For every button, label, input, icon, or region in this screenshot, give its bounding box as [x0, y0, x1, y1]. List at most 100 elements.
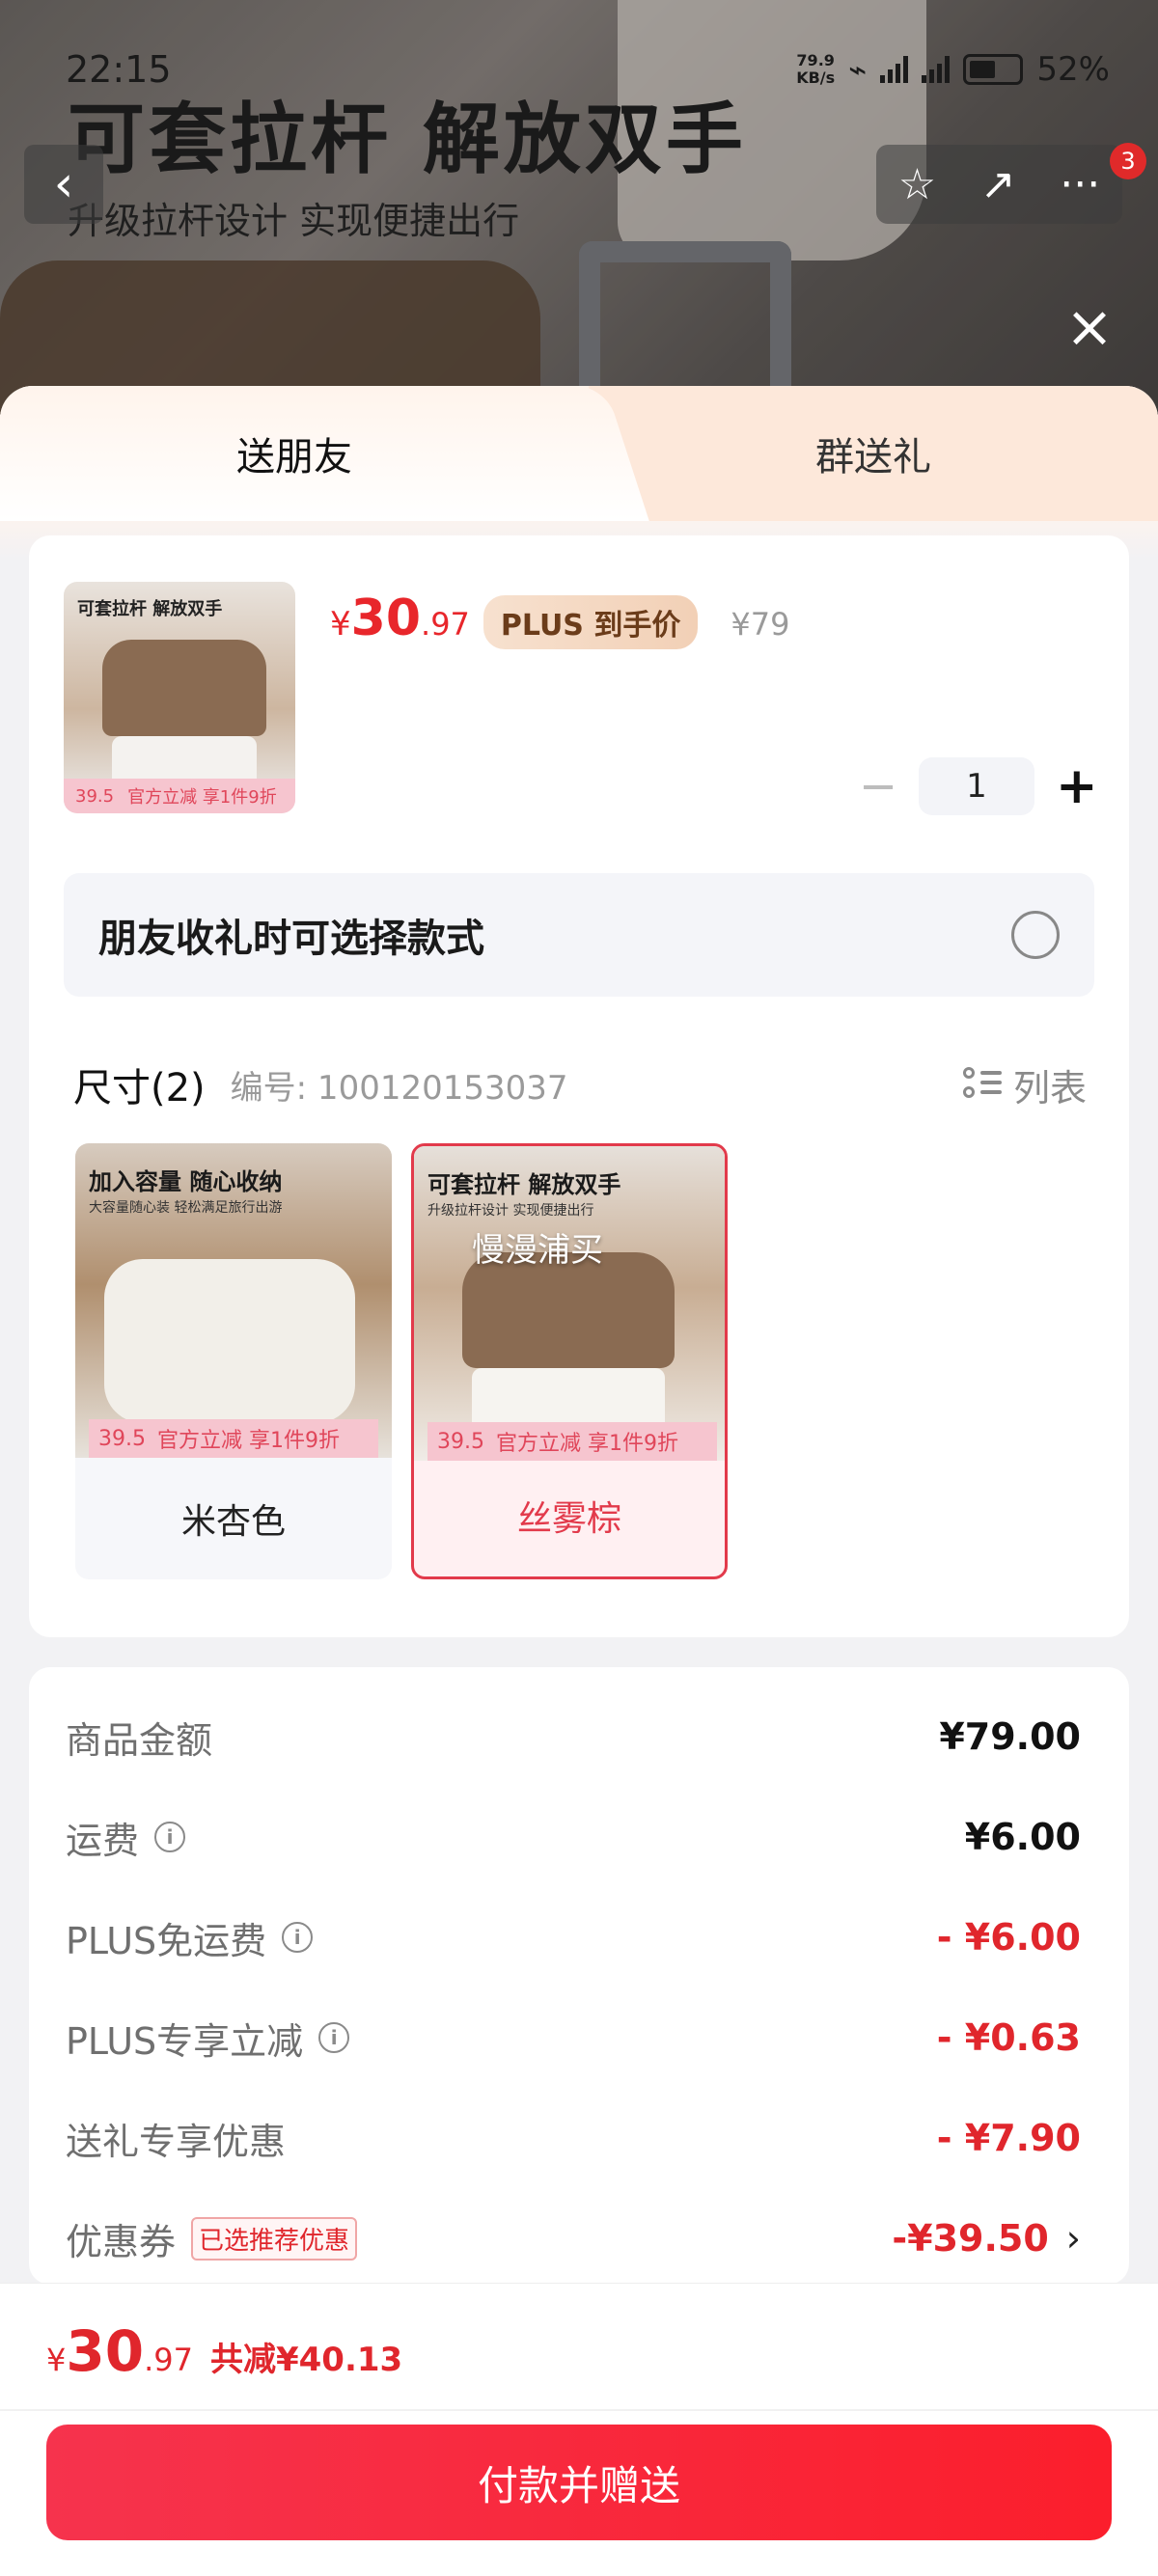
net-speed: 79.9 KB/s — [796, 52, 835, 87]
variant-caption: 可套拉杆 解放双手 — [427, 1171, 621, 1198]
price-row: ¥30.97 PLUS 到手价 ¥79 — [330, 589, 789, 649]
star-icon[interactable]: ☆ — [898, 160, 936, 209]
radio-button[interactable] — [1011, 911, 1060, 959]
fee-row-goods: 商品金额 ¥79.00 — [66, 1708, 1081, 1766]
price-symbol: ¥ — [330, 605, 351, 644]
fee-label-wrap: PLUS专享立减 i — [66, 2012, 350, 2065]
list-icon — [962, 1065, 1002, 1104]
variant-promo-price: 39.5 — [98, 1426, 146, 1451]
variant-name: 丝雾棕 — [516, 1499, 621, 1539]
link-icon: ⌁ — [848, 51, 868, 88]
signal-bars-icon — [922, 56, 951, 83]
close-icon[interactable]: × — [1062, 298, 1117, 356]
fee-value: -¥39.50 — [892, 2217, 1049, 2260]
thumb-promo: 39.5 官方立减 享1件9折 — [64, 779, 295, 813]
fee-label-wrap: 运费 i — [66, 1811, 186, 1864]
fee-value: ¥79.00 — [939, 1715, 1081, 1758]
minus-icon[interactable]: − — [859, 759, 897, 813]
fee-value: - ¥6.00 — [936, 1916, 1081, 1959]
price-integer: 30 — [350, 589, 422, 647]
spec-label: 尺寸(2) — [73, 1066, 206, 1110]
fee-row-plus-shipping: PLUS免运费 i - ¥6.00 — [66, 1908, 1081, 1966]
fee-row-shipping: 运费 i ¥6.00 — [66, 1808, 1081, 1866]
variant-option[interactable]: 加入容量 随心收纳 大容量随心装 轻松满足旅行出游 39.5 官方立减 享1件9… — [75, 1143, 392, 1579]
signal-bars-icon — [880, 56, 909, 83]
battery-icon — [963, 54, 1024, 85]
status-indicators: 79.9 KB/s ⌁ 52% — [796, 50, 1110, 89]
total-price: ¥30.97 共减¥40.13 — [46, 2318, 402, 2384]
fee-row-gift-discount: 送礼专享优惠 - ¥7.90 — [66, 2109, 1081, 2167]
variant-overlay-text: 慢漫浦买 — [472, 1231, 603, 1270]
thumb-promo-text: 官方立减 享1件9折 — [127, 787, 277, 808]
quantity-input[interactable]: 1 — [919, 757, 1034, 815]
fee-value: ¥6.00 — [964, 1816, 1081, 1858]
status-time: 22:15 — [66, 48, 172, 91]
fee-value: - ¥0.63 — [936, 2016, 1081, 2059]
sku-number: 编号: 100120153037 — [230, 1068, 568, 1108]
plus-price-tag: PLUS 到手价 — [482, 595, 699, 649]
fee-label: 送礼专享优惠 — [66, 2120, 287, 2163]
fee-breakdown-card: 商品金额 ¥79.00 运费 i ¥6.00 PLUS免运费 i - ¥6.00 P… — [29, 1667, 1129, 2285]
thumb-caption: 可套拉杆 解放双手 — [77, 599, 223, 619]
original-price: ¥79 — [731, 606, 790, 643]
tab-group-gift[interactable]: 群送礼 — [589, 386, 1158, 521]
more-icon[interactable]: ··· — [1060, 160, 1100, 209]
pay-and-send-button[interactable]: 付款并赠送 — [46, 2425, 1112, 2540]
fee-label: 运费 — [66, 1819, 140, 1862]
info-icon[interactable]: i — [318, 2022, 350, 2053]
product-card: 可套拉杆 解放双手 39.5 官方立减 享1件9折 ¥30.97 PLUS 到手… — [29, 535, 1129, 1637]
fee-value: - ¥7.90 — [936, 2117, 1081, 2159]
fee-label: 优惠券 — [66, 2220, 177, 2263]
total-saved: 共减¥40.13 — [209, 2341, 403, 2379]
variant-name: 米杏色 — [180, 1502, 286, 1542]
total-integer: 30 — [66, 2318, 145, 2384]
current-price: ¥30.97 — [330, 589, 470, 647]
quantity-stepper: − 1 + — [859, 757, 1098, 815]
variant-caption: 加入容量 随心收纳 — [89, 1168, 283, 1195]
tab-bar: 群送礼 送朋友 — [0, 386, 1158, 521]
total-decimal: .97 — [144, 2342, 193, 2378]
variant-caption-sub: 大容量随心装 轻松满足旅行出游 — [89, 1200, 283, 1216]
variant-image: 加入容量 随心收纳 大容量随心装 轻松满足旅行出游 39.5 官方立减 享1件9… — [75, 1143, 392, 1458]
back-button[interactable]: ‹ — [24, 145, 103, 224]
fee-row-plus-discount: PLUS专享立减 i - ¥0.63 — [66, 2009, 1081, 2067]
net-speed-value: 79.9 — [796, 51, 835, 69]
thumb-promo-price: 39.5 — [75, 785, 115, 807]
variant-promo: 39.5 官方立减 享1件9折 — [89, 1419, 378, 1458]
divider — [0, 2409, 1158, 2411]
chevron-left-icon: ‹ — [53, 155, 74, 213]
friend-choose-option[interactable]: 朋友收礼时可选择款式 — [64, 873, 1094, 997]
white-bag-shape — [104, 1259, 355, 1423]
friend-choose-label: 朋友收礼时可选择款式 — [98, 917, 484, 961]
variant-image: 可套拉杆 解放双手 升级拉杆设计 实现便捷出行 慢漫浦买 39.5 官方立减 享… — [414, 1146, 725, 1461]
variant-caption-sub: 升级拉杆设计 实现便捷出行 — [427, 1203, 594, 1219]
checkout-bar: ¥30.97 共减¥40.13 付款并赠送 — [0, 2283, 1158, 2576]
product-thumbnail[interactable]: 可套拉杆 解放双手 39.5 官方立减 享1件9折 — [64, 582, 295, 813]
plus-icon[interactable]: + — [1056, 757, 1098, 815]
message-badge: 3 — [1110, 143, 1146, 179]
net-speed-unit: KB/s — [796, 69, 836, 87]
fee-row-coupon[interactable]: 优惠券 已选推荐优惠 -¥39.50 › — [66, 2209, 1081, 2267]
info-icon[interactable]: i — [282, 1922, 314, 1953]
variant-promo-price: 39.5 — [437, 1429, 484, 1454]
fee-label-wrap: 优惠券 已选推荐优惠 — [66, 2212, 358, 2265]
variant-promo-text: 官方立减 享1件9折 — [156, 1429, 340, 1453]
hero-title: 可套拉杆 解放双手 — [68, 95, 747, 184]
thumb-bag-shape — [102, 640, 266, 736]
share-icon[interactable]: ↗ — [980, 160, 1016, 209]
list-view-button[interactable]: 列表 — [962, 1058, 1087, 1111]
chevron-right-icon[interactable]: › — [1066, 2217, 1081, 2260]
total-symbol: ¥ — [46, 2342, 67, 2378]
fee-label: PLUS免运费 — [66, 1919, 267, 1962]
top-actions: ☆ ↗ ··· — [876, 145, 1122, 224]
list-label: 列表 — [1012, 1066, 1087, 1110]
fee-label-wrap: PLUS免运费 i — [66, 1911, 314, 1964]
price-decimal: .97 — [421, 606, 470, 643]
tab-send-friend[interactable]: 送朋友 — [0, 386, 589, 521]
coupon-tag: 已选推荐优惠 — [191, 2216, 358, 2261]
variant-option-selected[interactable]: 可套拉杆 解放双手 升级拉杆设计 实现便捷出行 慢漫浦买 39.5 官方立减 享… — [411, 1143, 728, 1579]
fee-label: PLUS专享立减 — [66, 2019, 304, 2063]
hero-subtitle: 升级拉杆设计 实现便捷出行 — [68, 200, 520, 242]
info-icon[interactable]: i — [154, 1822, 186, 1852]
spec-header: 尺寸(2) 编号: 100120153037 列表 — [73, 1056, 1087, 1112]
